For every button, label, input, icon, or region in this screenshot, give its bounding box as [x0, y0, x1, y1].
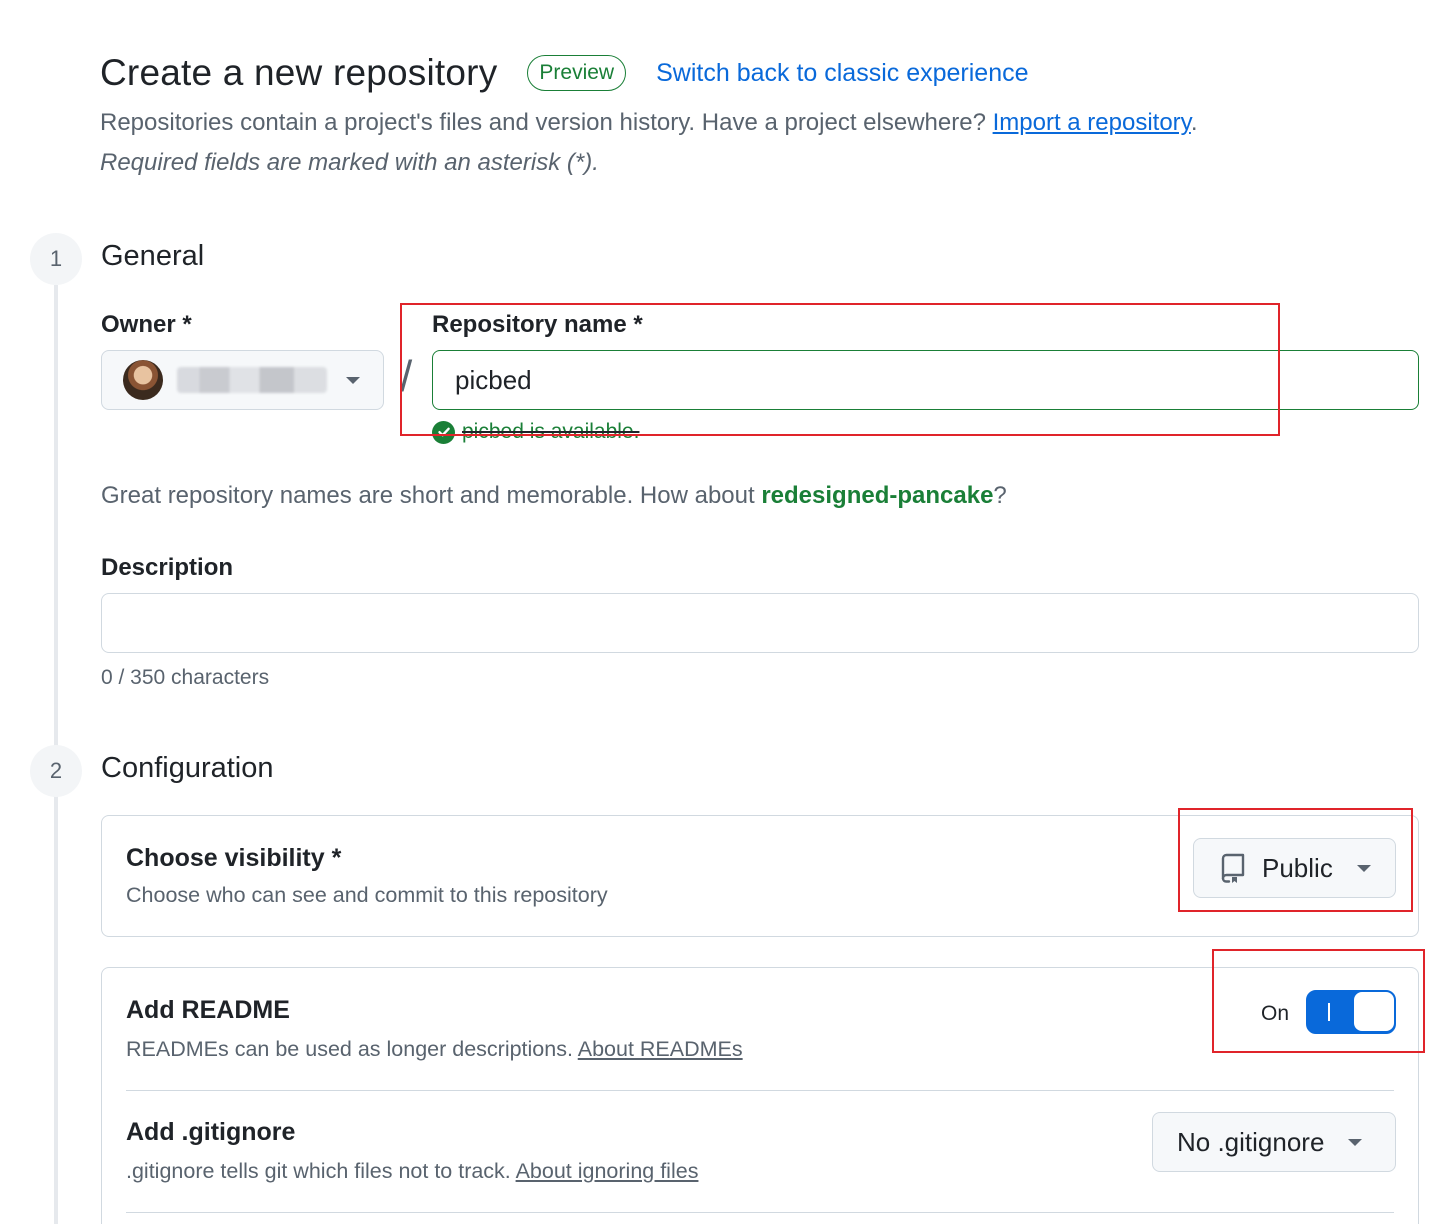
repo-name-label: Repository name *: [432, 311, 643, 338]
suggestion-prefix: Great repository names are short and mem…: [101, 482, 762, 509]
about-readmes-link[interactable]: About READMEs: [578, 1037, 743, 1061]
gitignore-description: .gitignore tells git which files not to …: [126, 1159, 698, 1184]
required-note: Required fields are marked with an aster…: [100, 149, 599, 176]
step-number-configuration: 2: [30, 745, 82, 797]
toggle-on-indicator: [1328, 1003, 1330, 1021]
repo-icon: [1220, 853, 1246, 883]
intro-trailing: .: [1190, 109, 1198, 136]
readme-toggle-state: On: [1261, 1002, 1290, 1025]
availability-text: picbed is available.: [462, 420, 640, 443]
gitignore-select-button[interactable]: No .gitignore: [1152, 1112, 1396, 1172]
readme-description-text: READMEs can be used as longer descriptio…: [126, 1037, 578, 1061]
repository-name-input[interactable]: [432, 350, 1419, 410]
about-ignoring-files-link[interactable]: About ignoring files: [516, 1159, 699, 1183]
toggle-knob: [1354, 992, 1394, 1031]
visibility-select-button[interactable]: Public: [1193, 838, 1396, 898]
gitignore-description-text: .gitignore tells git which files not to …: [126, 1159, 516, 1183]
owner-repo-separator: /: [400, 352, 413, 401]
page-header: Create a new repository Preview Switch b…: [100, 52, 1029, 94]
card-divider: [126, 1212, 1394, 1213]
name-suggestion: Great repository names are short and mem…: [101, 482, 1007, 510]
visibility-button-label: Public: [1262, 852, 1333, 883]
suggestion-suffix: ?: [993, 482, 1007, 509]
check-circle-icon: [432, 420, 455, 444]
readme-title: Add README: [126, 996, 290, 1024]
owner-select[interactable]: [101, 350, 384, 410]
suggested-name-link[interactable]: redesigned-pancake: [761, 482, 993, 509]
visibility-description: Choose who can see and commit to this re…: [126, 883, 608, 907]
switch-classic-link[interactable]: Switch back to classic experience: [656, 59, 1028, 88]
character-count: 0 / 350 characters: [101, 666, 270, 689]
section-title-general: General: [101, 240, 205, 272]
section-title-configuration: Configuration: [101, 752, 274, 784]
preview-badge: Preview: [527, 55, 627, 91]
chevron-down-icon: [1356, 864, 1371, 872]
card-divider: [126, 1090, 1394, 1091]
chevron-down-icon: [1348, 1138, 1363, 1146]
availability-message: picbed is available.: [432, 420, 639, 444]
page-title: Create a new repository: [100, 52, 498, 93]
intro-sentence: Repositories contain a project's files a…: [100, 109, 993, 136]
import-repository-link[interactable]: Import a repository: [993, 109, 1191, 136]
gitignore-button-label: No .gitignore: [1177, 1126, 1325, 1157]
readme-toggle[interactable]: [1306, 990, 1396, 1034]
avatar: [123, 360, 163, 400]
owner-label: Owner *: [101, 311, 192, 338]
initialization-card: Add README READMEs can be used as longer…: [101, 967, 1419, 1224]
description-label: Description: [101, 554, 234, 581]
intro-text: Repositories contain a project's files a…: [100, 109, 1198, 137]
step-number-general: 1: [30, 233, 82, 285]
readme-description: READMEs can be used as longer descriptio…: [126, 1037, 743, 1062]
visibility-title: Choose visibility *: [126, 844, 342, 872]
chevron-down-icon: [346, 376, 360, 384]
description-input[interactable]: [101, 593, 1419, 653]
visibility-card: Choose visibility * Choose who can see a…: [101, 815, 1419, 937]
gitignore-title: Add .gitignore: [126, 1118, 296, 1146]
owner-name-redacted: [177, 367, 327, 393]
